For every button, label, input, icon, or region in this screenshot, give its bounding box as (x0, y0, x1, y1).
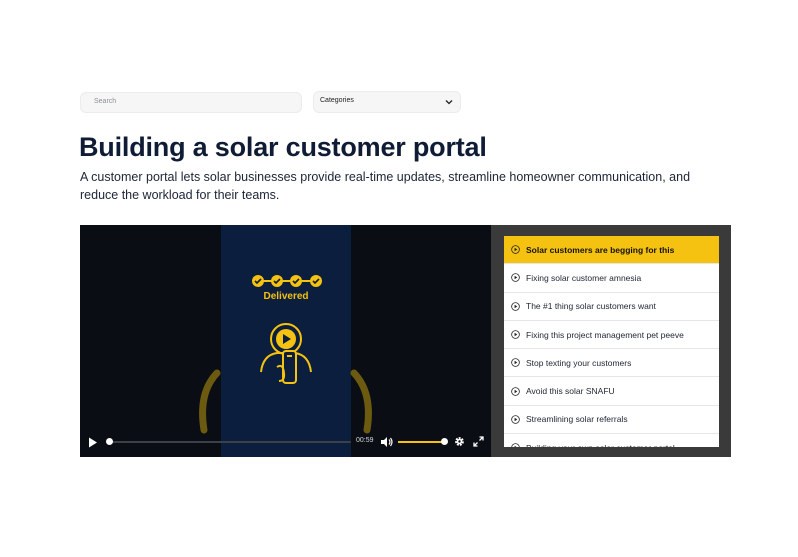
play-circle-icon (511, 273, 520, 283)
playlist-item[interactable]: The #1 thing solar customers want (504, 293, 719, 321)
play-circle-icon (511, 330, 520, 339)
page-description: A customer portal lets solar businesses … (80, 170, 691, 202)
chevron-down-icon (445, 100, 453, 105)
play-circle-icon (511, 358, 520, 368)
progress-bar[interactable] (108, 441, 351, 443)
playlist-item[interactable]: Fixing this project management pet peeve (504, 321, 719, 350)
progress-handle[interactable] (106, 438, 113, 445)
fullscreen-icon[interactable] (473, 436, 484, 447)
playlist-item-label: Fixing this project management pet peeve (526, 329, 684, 340)
playlist-item[interactable]: Fixing solar customer amnesia (504, 264, 719, 293)
categories-select[interactable]: Categories (313, 91, 461, 113)
delivery-illustration (199, 275, 372, 434)
playlist-item[interactable]: Building your own solar customer portal (504, 434, 719, 447)
page-title: Building a solar customer portal (79, 132, 487, 162)
categories-label: Categories (320, 97, 354, 104)
playlist-item[interactable]: Stop texting your customers (504, 349, 719, 378)
search-input[interactable]: Search (80, 92, 302, 113)
video-controls: 00:59 (80, 430, 491, 454)
playlist-item-label: The #1 thing solar customers want (526, 301, 656, 312)
video-frame[interactable]: Delivered 00:59 (80, 225, 491, 457)
volume-handle[interactable] (441, 438, 448, 445)
current-time: 00:59 (356, 437, 374, 444)
volume-slider[interactable] (398, 441, 446, 443)
play-circle-icon (511, 301, 520, 311)
playlist-item-label: Streamlining solar referrals (526, 414, 628, 425)
play-icon[interactable] (88, 437, 98, 448)
video-player: Delivered 00:59 Solar customers are begg… (80, 225, 731, 457)
playlist-item-label: Building your own solar customer portal (526, 443, 675, 447)
play-circle-icon (511, 245, 520, 254)
playlist-item-label: Solar customers are begging for this (526, 244, 675, 255)
play-circle-icon (511, 415, 520, 424)
playlist-item-label: Stop texting your customers (526, 357, 632, 368)
playlist-item[interactable]: Solar customers are begging for this (504, 236, 719, 265)
gear-icon[interactable] (454, 436, 465, 447)
volume-icon[interactable] (381, 437, 393, 447)
playlist-item-label: Avoid this solar SNAFU (526, 386, 615, 397)
play-circle-icon (511, 443, 520, 447)
playlist-panel: Solar customers are begging for this Fixi… (491, 225, 731, 457)
playlist-item[interactable]: Avoid this solar SNAFU (504, 377, 719, 406)
play-circle-icon (511, 386, 520, 396)
delivered-label: Delivered (263, 291, 309, 302)
playlist-item-label: Fixing solar customer amnesia (526, 272, 642, 283)
playlist-item[interactable]: Streamlining solar referrals (504, 406, 719, 435)
playlist-list: Solar customers are begging for this Fixi… (504, 236, 719, 447)
